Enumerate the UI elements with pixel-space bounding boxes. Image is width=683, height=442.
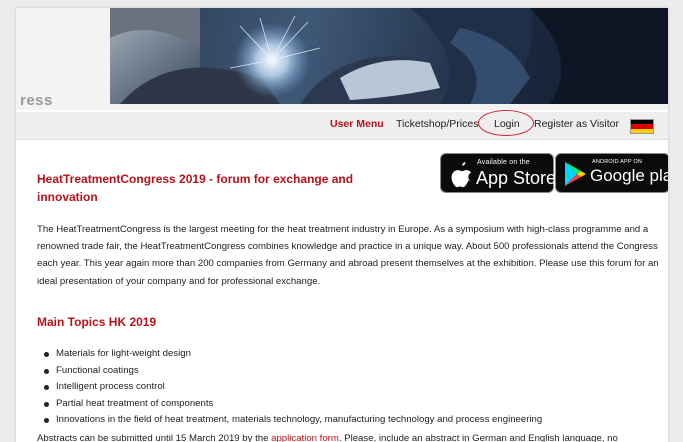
app-store-big-text: App Store [476,168,557,188]
intro-paragraph: The HeatTreatmentCongress is the largest… [37,224,659,287]
abstracts-text-before: Abstracts can be submitted until 15 Marc… [37,433,272,442]
app-store-badge[interactable]: Available on the App Store [440,153,557,193]
list-item: Innovations in the field of heat treatme… [42,412,542,429]
app-store-small-text: Available on the [477,159,530,166]
abstracts-text-after: . Please, include an abstract in German … [338,433,618,442]
top-navigation: User Menu Ticketshop/Prices Login Regist… [16,110,668,140]
apple-icon [451,162,472,188]
page-title: HeatTreatmentCongress 2019 - forum for e… [37,172,354,204]
page: ress User Menu Ticketshop/Prices Login R… [16,8,668,442]
hero-banner-image [110,8,668,104]
application-form-link[interactable]: application form [271,433,339,442]
list-item: Intelligent process control [42,379,542,396]
site-logo[interactable]: ress [20,92,53,109]
google-play-small-text: ANDROID APP ON [592,159,643,165]
nav-login[interactable]: Login [494,118,520,130]
google-play-badge[interactable]: ANDROID APP ON Google play [555,153,668,193]
section-heading-main-topics: Main Topics HK 2019 [37,315,157,329]
header: ress [16,8,668,110]
list-item: Functional coatings [42,363,542,380]
google-play-icon [565,162,586,186]
list-item: Materials for light-weight design [42,346,542,363]
nav-user-menu[interactable]: User Menu [330,118,384,130]
german-flag-icon[interactable] [630,119,654,134]
nav-register-visitor[interactable]: Register as Visitor [534,118,619,130]
nav-ticketshop[interactable]: Ticketshop/Prices [396,118,478,130]
google-play-big-text: Google play [590,166,668,185]
list-item: Partial heat treatment of components [42,396,542,413]
abstracts-paragraph: Abstracts can be submitted until 15 Marc… [37,433,618,442]
topics-list: Materials for light-weight design Functi… [42,346,542,429]
